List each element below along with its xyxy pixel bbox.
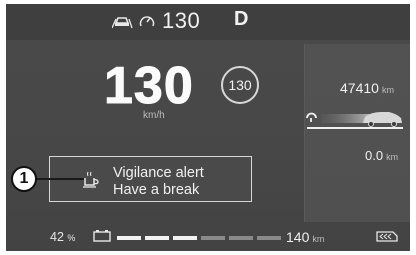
alert-message: Have a break	[113, 182, 200, 198]
alert-title: Vigilance alert	[113, 165, 204, 181]
range: 140 km	[286, 229, 324, 245]
gauge-segment	[257, 236, 281, 240]
trip-arc-icon	[306, 112, 317, 119]
speed-limit-sign: 130	[221, 66, 259, 104]
trip-unit: km	[386, 152, 399, 162]
range-value: 140	[286, 229, 310, 245]
top-band	[6, 4, 410, 40]
odometer-unit: km	[381, 85, 394, 95]
energy-gauge	[117, 236, 281, 240]
gauge-segment	[201, 236, 225, 240]
gauge-segment	[117, 236, 141, 240]
battery-level: 42 %	[50, 230, 75, 244]
set-speed: 130	[162, 8, 201, 33]
gear-indicator: D	[234, 8, 249, 30]
coffee-cup-icon	[82, 171, 100, 189]
gauge-segment	[145, 236, 169, 240]
speed-unit: km/h	[143, 110, 165, 121]
trip-value: 0.0	[365, 148, 384, 163]
gauge-segment	[173, 236, 197, 240]
speed-limiter-icon	[138, 13, 156, 34]
battery-level-unit: %	[67, 233, 76, 243]
range-unit: km	[312, 234, 325, 244]
trip-car-graphic	[305, 104, 405, 134]
trip-distance: 0.0 km	[365, 148, 398, 163]
fuel-tank-icon	[375, 229, 399, 243]
top-icons	[111, 12, 156, 34]
battery-icon	[93, 229, 111, 243]
callout-marker: 1	[11, 166, 37, 192]
odometer-value: 47410	[340, 80, 379, 96]
gauge-segment	[229, 236, 253, 240]
vehicle-speed: 130	[104, 57, 194, 115]
battery-level-value: 42	[50, 230, 64, 244]
cruise-car-icon	[111, 13, 134, 34]
odometer: 47410 km	[340, 80, 394, 96]
